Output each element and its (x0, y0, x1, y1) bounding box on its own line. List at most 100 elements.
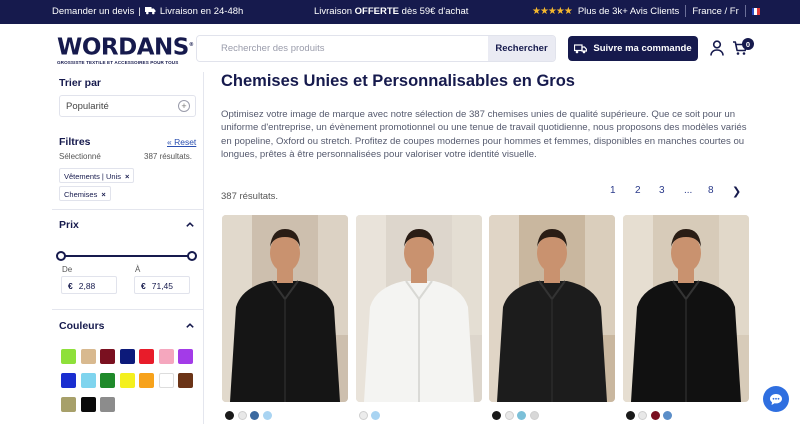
color-swatch[interactable] (80, 349, 96, 364)
delivery-text: Livraison en 24-48h (159, 6, 244, 17)
price-min-input[interactable]: €2,88 (61, 276, 117, 294)
price-to-label: À (135, 265, 141, 274)
chevron-up-icon[interactable] (186, 323, 194, 328)
product-image[interactable] (489, 215, 615, 402)
product-color-dot[interactable] (358, 411, 368, 420)
page-link[interactable]: 1 (610, 185, 616, 196)
filters-title: Filtres (59, 136, 91, 148)
color-swatch[interactable] (158, 373, 174, 388)
cart-count-badge: 0 (742, 38, 754, 50)
plus-icon: + (178, 100, 190, 112)
product-color-dot[interactable] (504, 411, 514, 420)
sort-value: Popularité (66, 101, 109, 112)
product-image[interactable] (355, 215, 482, 402)
product-color-dot[interactable] (529, 411, 539, 420)
quote-link[interactable]: Demander un devis (52, 6, 134, 17)
track-order-button[interactable]: Suivre ma commande (568, 36, 698, 61)
color-swatch[interactable] (139, 349, 154, 364)
product-color-dot[interactable] (237, 411, 247, 420)
page-title: Chemises Unies et Personnalisables en Gr… (221, 72, 575, 90)
topbar-left: Demander un devis | Livraison en 24-48h (52, 6, 243, 17)
product-color-dot[interactable] (625, 411, 635, 420)
product-color-dot[interactable] (638, 411, 647, 420)
sort-title: Trier par (59, 77, 102, 89)
product-color-dot[interactable] (517, 411, 526, 420)
site-header: WORDANS® GROSSISTE TEXTILE ET ACCESSOIRE… (0, 24, 800, 72)
product-color-dot[interactable] (262, 411, 272, 420)
divider (52, 309, 203, 310)
product-color-dot[interactable] (492, 411, 501, 420)
color-swatch[interactable] (80, 397, 96, 412)
truck-icon (574, 43, 588, 53)
color-swatch[interactable] (100, 373, 115, 388)
results-count: 387 résultats. (221, 191, 279, 202)
color-swatch[interactable] (100, 349, 115, 364)
color-swatch[interactable] (61, 397, 76, 412)
track-order-label: Suivre ma commande (593, 43, 692, 54)
site-logo[interactable]: WORDANS® GROSSISTE TEXTILE ET ACCESSOIRE… (57, 33, 194, 65)
price-slider-max-handle[interactable] (187, 251, 197, 261)
chat-bubble-icon (770, 393, 782, 405)
reviews-link[interactable]: Plus de 3k+ Avis Clients (578, 6, 679, 17)
page-ellipsis: ... (684, 185, 693, 196)
product-card[interactable] (622, 215, 749, 402)
product-color-dot[interactable] (663, 411, 672, 420)
product-image[interactable] (222, 215, 348, 402)
topbar-right: ★★★★★ Plus de 3k+ Avis Clients France / … (532, 5, 760, 17)
logo-tagline: GROSSISTE TEXTILE ET ACCESSOIRES POUR TO… (57, 59, 179, 65)
color-swatch[interactable] (139, 373, 154, 388)
truck-icon (144, 7, 156, 15)
next-page-icon[interactable]: ❯ (732, 185, 741, 198)
price-filter-title[interactable]: Prix (59, 219, 79, 231)
selected-label: Sélectionné (59, 152, 101, 161)
product-color-dot[interactable] (250, 411, 259, 420)
page-link[interactable]: 8 (708, 185, 714, 196)
product-card[interactable] (355, 215, 482, 402)
divider (744, 5, 746, 17)
product-color-dot[interactable] (225, 411, 234, 420)
french-flag-icon[interactable] (751, 7, 760, 15)
locale-selector[interactable]: France / Fr (692, 6, 738, 17)
close-icon[interactable]: × (101, 190, 105, 199)
divider (52, 209, 203, 210)
color-swatch[interactable] (178, 349, 193, 364)
price-max-input[interactable]: €71,45 (134, 276, 190, 294)
color-swatch[interactable] (119, 373, 135, 388)
topbar-separator: | (138, 6, 141, 17)
category-description: Optimisez votre image de marque avec not… (221, 109, 747, 160)
free-shipping-text: Livraison OFFERTE dès 59€ d'achat (314, 6, 469, 17)
page-link[interactable]: 3 (659, 185, 665, 196)
product-color-dot[interactable] (371, 411, 380, 420)
filter-sidebar: Trier par Popularité + Filtres « Reset S… (52, 72, 204, 424)
close-icon[interactable]: × (125, 172, 129, 181)
color-swatch[interactable] (119, 349, 135, 364)
active-filter-chip[interactable]: Chemises × (59, 186, 111, 201)
chat-button[interactable] (763, 386, 789, 412)
search-input[interactable] (197, 36, 488, 61)
sort-select[interactable]: Popularité + (59, 95, 196, 117)
color-swatch[interactable] (80, 373, 96, 388)
results-count: 387 résultats. (144, 152, 193, 161)
divider (685, 5, 687, 17)
search-button[interactable]: Rechercher (488, 36, 555, 61)
product-card[interactable] (489, 215, 615, 402)
color-swatch[interactable] (100, 397, 115, 412)
product-color-dot[interactable] (650, 411, 660, 420)
chevron-up-icon[interactable] (186, 222, 194, 227)
rating-stars-icon: ★★★★★ (532, 5, 573, 17)
page-link[interactable]: 2 (635, 185, 641, 196)
search-bar: Rechercher (196, 35, 556, 62)
color-swatch[interactable] (61, 373, 76, 388)
user-account-icon[interactable] (710, 40, 724, 56)
color-swatch[interactable] (158, 349, 174, 364)
reset-filters-link[interactable]: « Reset (167, 137, 196, 147)
color-swatch[interactable] (178, 373, 193, 388)
price-slider-track[interactable] (62, 255, 193, 257)
product-image[interactable] (622, 215, 749, 402)
price-slider-min-handle[interactable] (56, 251, 66, 261)
promo-topbar: Demander un devis | Livraison en 24-48h … (0, 0, 800, 24)
colors-filter-title[interactable]: Couleurs (59, 320, 105, 332)
color-swatch[interactable] (61, 349, 76, 364)
product-card[interactable] (222, 215, 348, 402)
active-filter-chip[interactable]: Vêtements | Unis × (59, 168, 135, 183)
